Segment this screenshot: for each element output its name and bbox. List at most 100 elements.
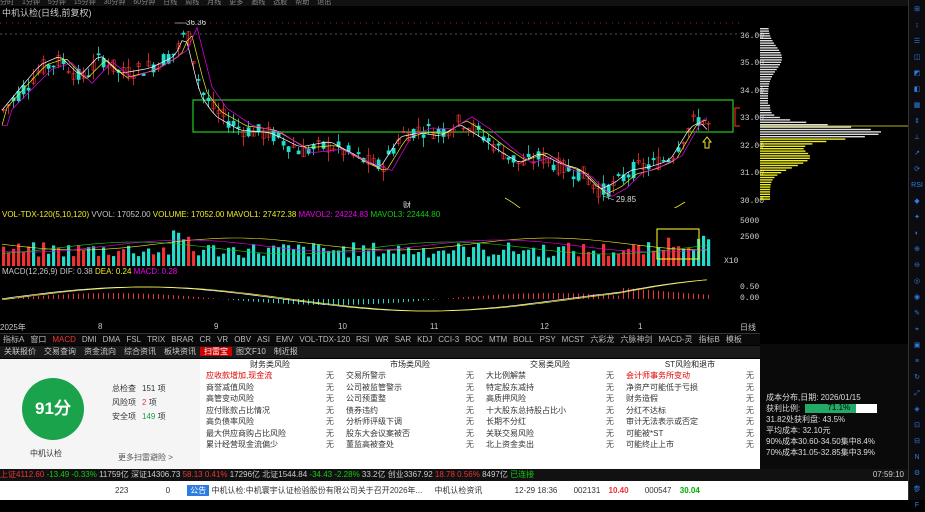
indicator-tab[interactable]: WR	[372, 335, 391, 344]
risk-item[interactable]: 会计师事务所变动 无	[620, 370, 760, 382]
toolbar-icon[interactable]: ≡	[910, 355, 925, 368]
toolbar-icon[interactable]: ◆	[910, 195, 925, 208]
indicator-tab[interactable]: VOL-TDX-120	[296, 335, 353, 344]
risk-item[interactable]: 分析师评级下调 无	[340, 416, 480, 428]
kline-chart[interactable]: 36.3629.85财示意图	[0, 20, 740, 208]
risk-item[interactable]: 分红不达标 无	[620, 405, 760, 417]
indicator-tab[interactable]: FSL	[123, 335, 144, 344]
sh-index[interactable]: 上证4112.60	[0, 470, 44, 479]
toolbar-icon[interactable]: ☰	[910, 35, 925, 48]
risk-item[interactable]: 特定股东减持 无	[480, 382, 620, 394]
panel-tab[interactable]: 资金流向	[80, 347, 120, 356]
risk-item[interactable]: 最大供应商购占比风险 无	[200, 428, 340, 440]
risk-item[interactable]: 交易所警示 无	[340, 370, 480, 382]
risk-item[interactable]: 董监高被查处 无	[340, 439, 480, 451]
toolbar-icon[interactable]: ◉	[910, 291, 925, 304]
indicator-tab[interactable]: MACD-灵	[655, 335, 695, 344]
risk-item[interactable]: 净资产可能低于亏损 无	[620, 382, 760, 394]
toolbar-icon[interactable]: ◎	[910, 275, 925, 288]
risk-item[interactable]: 累计经营现金流偏少 无	[200, 439, 340, 451]
toolbar-icon[interactable]: ⊕	[910, 243, 925, 256]
risk-item[interactable]: 北上资金卖出 无	[480, 439, 620, 451]
toolbar-icon[interactable]: ⇕	[910, 115, 925, 128]
indicator-tab[interactable]: RSI	[353, 335, 372, 344]
risk-item[interactable]: 公司预重整 无	[340, 393, 480, 405]
toolbar-icon[interactable]: ⊟	[910, 435, 925, 448]
indicator-tab[interactable]: TRIX	[144, 335, 168, 344]
more-risk-link[interactable]: 更多扫雷避险 >	[118, 452, 173, 463]
risk-item[interactable]: 高管变动风险 无	[200, 393, 340, 405]
toolbar-icon[interactable]: ⊡	[910, 419, 925, 432]
indicator-tab[interactable]: 模板	[723, 335, 745, 344]
risk-item[interactable]: 长期不分红 无	[480, 416, 620, 428]
risk-item[interactable]: 商誉减值风险 无	[200, 382, 340, 394]
toolbar-icon[interactable]: ↻	[910, 371, 925, 384]
risk-item[interactable]: 可能被*ST 无	[620, 428, 760, 440]
indicator-tab[interactable]: ROC	[462, 335, 486, 344]
panel-tab[interactable]: 板块资讯	[160, 347, 200, 356]
indicator-tab[interactable]: DMI	[79, 335, 100, 344]
toolbar-icon[interactable]: ◧	[910, 83, 925, 96]
panel-tab[interactable]: 交易查询	[40, 347, 80, 356]
panel-tab[interactable]: 图文F10	[232, 347, 270, 356]
ticker-code-1[interactable]: 002131	[574, 486, 601, 495]
indicator-tab[interactable]: MACD	[49, 335, 79, 344]
toolbar-icon[interactable]: ◐	[910, 227, 925, 240]
bz-index[interactable]: 北证1544.84	[262, 470, 307, 479]
toolbar-icon[interactable]: N	[910, 451, 925, 464]
indicator-tab[interactable]: 六彩龙	[587, 335, 617, 344]
risk-item[interactable]: 审计无法表示或否定 无	[620, 416, 760, 428]
toolbar-icon[interactable]: ◈	[910, 403, 925, 416]
toolbar-icon[interactable]: ▦	[910, 99, 925, 112]
toolbar-icon[interactable]: ↕	[910, 19, 925, 32]
risk-item[interactable]: 大比例解禁 无	[480, 370, 620, 382]
risk-item[interactable]: 高质押风险 无	[480, 393, 620, 405]
risk-item[interactable]: 应付账款占比情况 无	[200, 405, 340, 417]
toolbar-icon[interactable]: ↗	[910, 147, 925, 160]
risk-item[interactable]: 股东大会议案被否 无	[340, 428, 480, 440]
indicator-tab[interactable]: BOLL	[510, 335, 536, 344]
risk-item[interactable]: 高负债率风险 无	[200, 416, 340, 428]
indicator-tab[interactable]: CR	[197, 335, 215, 344]
panel-tab[interactable]: 综合资讯	[120, 347, 160, 356]
risk-item[interactable]: 可能终止上市 无	[620, 439, 760, 451]
toolbar-icon[interactable]: ⊖	[910, 259, 925, 272]
indicator-tab[interactable]: KDJ	[414, 335, 435, 344]
indicator-tab[interactable]: 窗口	[27, 335, 49, 344]
indicator-tab[interactable]: MCST	[559, 335, 588, 344]
indicator-tab[interactable]: VR	[214, 335, 231, 344]
risk-item[interactable]: 十大股东总持股占比小 无	[480, 405, 620, 417]
risk-item[interactable]: 应收款增加,现金流 无	[200, 370, 340, 382]
risk-item[interactable]: 债券违约 无	[340, 405, 480, 417]
indicator-tab[interactable]: DMA	[100, 335, 124, 344]
toolbar-icon[interactable]: ▣	[910, 339, 925, 352]
toolbar-icon[interactable]: ✎	[910, 307, 925, 320]
panel-tab[interactable]: 关联报价	[0, 347, 40, 356]
risk-item[interactable]: 关联交易风险 无	[480, 428, 620, 440]
toolbar-icon[interactable]: ◫	[910, 51, 925, 64]
toolbar-icon[interactable]: F	[910, 499, 925, 512]
toolbar-icon[interactable]: ⤢	[910, 387, 925, 400]
risk-item[interactable]: 财务造假 无	[620, 393, 760, 405]
toolbar-icon[interactable]: ⟂	[910, 131, 925, 144]
toolbar-icon[interactable]: ⊞	[910, 3, 925, 16]
news-headline[interactable]: 中机认检:中机寰宇认证检验股份有限公司关于召开2026年...	[212, 486, 423, 495]
indicator-tab[interactable]: 指标B	[696, 335, 723, 344]
indicator-tab[interactable]: CCI-3	[435, 335, 462, 344]
indicator-tab[interactable]: MTM	[486, 335, 510, 344]
toolbar-icon[interactable]: ◩	[910, 67, 925, 80]
indicator-tab[interactable]: 六脉神剑	[617, 335, 655, 344]
indicator-tab[interactable]: ASI	[254, 335, 273, 344]
news-tag[interactable]: 中机认检资讯	[434, 486, 482, 495]
ticker-code-2[interactable]: 000547	[645, 486, 672, 495]
toolbar-icon[interactable]: ⚙	[910, 467, 925, 480]
indicator-tab[interactable]: OBV	[231, 335, 254, 344]
panel-tab[interactable]: 扫雷宝	[200, 347, 232, 356]
macd-chart[interactable]	[0, 277, 740, 322]
toolbar-icon[interactable]: RSI	[910, 179, 925, 192]
cy-index[interactable]: 创业3367.92	[388, 470, 433, 479]
indicator-tab[interactable]: PSY	[537, 335, 559, 344]
indicator-tab[interactable]: 指标A	[0, 335, 27, 344]
indicator-tab[interactable]: EMV	[273, 335, 296, 344]
indicator-tab[interactable]: BRAR	[168, 335, 196, 344]
